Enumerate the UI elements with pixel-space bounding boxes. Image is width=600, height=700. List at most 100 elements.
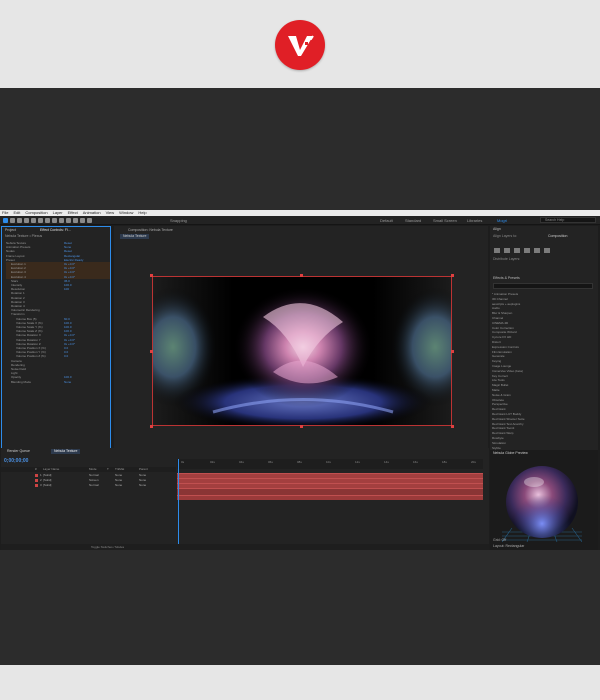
tab-render-queue[interactable]: Render Queue (4, 449, 33, 454)
site-header (0, 0, 600, 88)
preview-title: Nebula Globe Preview (493, 451, 528, 455)
effect-property-row[interactable]: Blending Mode None (6, 380, 110, 384)
brand-logo[interactable] (275, 20, 325, 70)
align-hcenter-icon[interactable] (504, 248, 510, 253)
brush-tool-icon[interactable] (66, 218, 71, 223)
layer-num[interactable]: 3 (40, 483, 42, 488)
effects-panel-title: Effects & Presets (493, 276, 520, 280)
search-help-placeholder: Search Help (545, 218, 565, 222)
globe-preview-panel: Nebula Globe Preview Grid: Off Layout: R… (490, 450, 598, 550)
layer-bar-5[interactable] (177, 495, 483, 500)
camera-tool-icon[interactable] (31, 218, 36, 223)
col-parent: Parent (139, 467, 148, 471)
nebula-render-image (153, 277, 451, 425)
clone-tool-icon[interactable] (73, 218, 78, 223)
table-row[interactable]: 3 [Solid] Normal None None (1, 483, 176, 488)
logo-mark-icon (288, 35, 314, 56)
effect-property-label: Blending Mode (11, 379, 32, 384)
align-bottom-icon[interactable] (544, 248, 550, 253)
effect-property-value[interactable]: None (64, 380, 71, 384)
workspace-mogri[interactable]: Mogri (497, 217, 507, 224)
tab-timeline-nebula[interactable]: Nebula Texture (51, 449, 81, 454)
zoom-tool-icon[interactable] (17, 218, 22, 223)
workspace-libraries[interactable]: Libraries (467, 217, 482, 224)
playhead[interactable] (178, 459, 179, 547)
comp-name-label: Nebula Texture • Plexus (5, 234, 43, 238)
page: File Edit Composition Layer Effect Animation V… (0, 0, 600, 700)
layer-label-color-icon[interactable] (35, 479, 38, 482)
bounds-handle-tl[interactable] (150, 274, 153, 277)
align-left-icon[interactable] (494, 248, 500, 253)
selection-tool-icon[interactable] (3, 218, 8, 223)
ruler-tick-label: 14s (384, 460, 389, 464)
layer-mode[interactable]: Normal (89, 483, 99, 488)
workspace-small-screen[interactable]: Small Screen (433, 217, 457, 224)
composition-viewer[interactable] (152, 276, 452, 426)
bounds-handle-tc[interactable] (300, 274, 303, 277)
workspace-default[interactable]: Default (380, 217, 393, 224)
ruler-tick-label: 02s (210, 460, 215, 464)
col-trkmat: TrkMat (115, 467, 125, 471)
rotate-tool-icon[interactable] (24, 218, 29, 223)
align-buttons (494, 248, 550, 253)
layer-parent[interactable]: None (139, 483, 146, 488)
ruler-tick-label: 10s (326, 460, 331, 464)
effect-controls-panel: Project Effect Controls: Fl... Nebula Te… (1, 226, 111, 456)
pen-tool-icon[interactable] (52, 218, 57, 223)
align-panel-title: Align (493, 227, 501, 231)
tool-bar: Snapping Default Standard Small Screen L… (0, 216, 600, 225)
after-effects-window: File Edit Composition Layer Effect Animation V… (0, 210, 600, 550)
col-mode: Mode (89, 467, 97, 471)
ruler-tick-label: 06s (268, 460, 273, 464)
shape-tool-icon[interactable] (45, 218, 50, 223)
puppet-tool-icon[interactable] (87, 218, 92, 223)
preview-grid-status: Grid: Off (493, 538, 507, 542)
search-help-input[interactable]: Search Help (540, 217, 596, 223)
ruler-tick-label: 12s (355, 460, 360, 464)
align-to-select[interactable]: Composition (548, 234, 567, 239)
ruler-tick-label: 04s (239, 460, 244, 464)
bounds-handle-bl[interactable] (150, 425, 153, 428)
align-top-icon[interactable] (524, 248, 530, 253)
site-footer (0, 665, 600, 700)
layer-trkmat[interactable]: None (115, 483, 122, 488)
layer-label-color-icon[interactable] (35, 484, 38, 487)
layer-label-color-icon[interactable] (35, 474, 38, 477)
bounds-handle-tr[interactable] (451, 274, 454, 277)
ruler-tick-label: 08s (297, 460, 302, 464)
current-timecode[interactable]: 0;00;00;00 (4, 458, 28, 464)
composition-header: Composition: Nebula Texture (128, 228, 173, 232)
pan-tool-icon[interactable] (38, 218, 43, 223)
toggle-switches-modes[interactable]: Toggle Switches / Modes (91, 544, 124, 550)
bounds-handle-ml[interactable] (150, 350, 153, 353)
layer-bar-4[interactable] (177, 488, 483, 495)
composition-panel: Composition: Nebula Texture Nebula Textu… (114, 226, 488, 456)
hand-tool-icon[interactable] (10, 218, 15, 223)
bounds-handle-br[interactable] (451, 425, 454, 428)
snapping-label[interactable]: Snapping (170, 217, 187, 224)
bounds-handle-mr[interactable] (451, 350, 454, 353)
ruler-tick-label: 0s (181, 460, 185, 464)
tab-project[interactable]: Project (5, 228, 16, 233)
timeline-footer: Toggle Switches / Modes (1, 544, 489, 550)
bounds-handle-bc[interactable] (300, 425, 303, 428)
ruler-tick-label: 18s (442, 460, 447, 464)
col-t: T (107, 467, 109, 471)
tab-nebula-texture[interactable]: Nebula Texture (120, 234, 150, 239)
col-number: # (35, 467, 37, 471)
eraser-tool-icon[interactable] (80, 218, 85, 223)
workspace-standard[interactable]: Standard (405, 217, 421, 224)
layer-name: [Solid] (43, 483, 52, 487)
effects-search-input[interactable] (493, 283, 593, 289)
align-to-label: Align Layers to: (493, 234, 518, 238)
text-tool-icon[interactable] (59, 218, 64, 223)
distribute-label: Distribute Layers: (493, 257, 521, 261)
ruler-tick-label: 20s (471, 460, 476, 464)
align-right-icon[interactable] (514, 248, 520, 253)
align-vcenter-icon[interactable] (534, 248, 540, 253)
timeline-panel: Render Queue Nebula Texture 0;00;00;00 #… (1, 448, 489, 550)
col-layer-name: Layer Name (43, 467, 60, 471)
ruler-tick-label: 16s (413, 460, 418, 464)
tab-effect-controls[interactable]: Effect Controls: Fl... (40, 228, 71, 233)
time-ruler[interactable]: 0s 02s 04s 06s 08s 10s 12s 14s 16s 18s 20s (177, 459, 483, 469)
